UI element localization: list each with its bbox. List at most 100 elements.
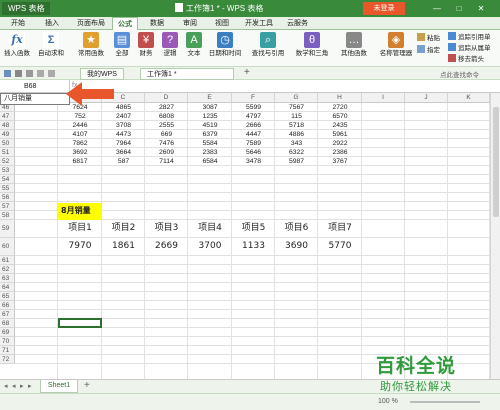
table-cell[interactable]: 2435	[318, 121, 362, 130]
table-header-cell[interactable]: 项目1	[58, 220, 102, 237]
table-cell[interactable]: 5646	[232, 148, 275, 157]
table-title-cell[interactable]: 8月销量	[58, 203, 102, 220]
table-cell[interactable]: 4473	[102, 130, 145, 139]
table-cell[interactable]: 2922	[318, 139, 362, 148]
menu-developer[interactable]: 开发工具	[240, 17, 278, 30]
column-header-g[interactable]: G	[275, 93, 318, 103]
logic-button[interactable]: ? 逻辑	[160, 32, 180, 58]
lookup-button[interactable]: ⌕ 查找与引用	[248, 32, 288, 58]
menu-page-layout[interactable]: 页面布局	[72, 17, 110, 30]
row-header[interactable]: 52	[0, 157, 15, 166]
other-functions-button[interactable]: … 其他函数	[336, 32, 372, 58]
row-header[interactable]: 53	[0, 166, 15, 175]
add-sheet-button[interactable]: +	[84, 380, 90, 391]
row-header[interactable]: 54	[0, 175, 15, 184]
sheet-tab-sheet1[interactable]: Sheet1	[40, 380, 78, 393]
table-value-cell[interactable]: 1861	[102, 238, 145, 255]
zoom-slider[interactable]	[410, 401, 480, 403]
row-header[interactable]: 72	[0, 355, 15, 364]
selected-cell[interactable]	[58, 318, 102, 328]
row-header[interactable]: 64	[0, 283, 15, 292]
table-cell[interactable]: 3708	[102, 121, 145, 130]
maximize-button[interactable]: □	[452, 2, 466, 15]
column-header-f[interactable]: F	[232, 93, 275, 103]
common-functions-button[interactable]: ★ 常用函数	[74, 32, 108, 58]
row-header[interactable]: 50	[0, 139, 15, 148]
table-cell[interactable]: 4519	[188, 121, 232, 130]
table-cell[interactable]: 115	[275, 112, 318, 121]
table-cell[interactable]: 669	[145, 130, 188, 139]
column-header-h[interactable]: H	[318, 93, 362, 103]
table-cell[interactable]: 2720	[318, 103, 362, 112]
name-box-dropdown-item[interactable]: 八月销量	[0, 93, 70, 105]
table-header-cell[interactable]: 项目7	[318, 220, 362, 237]
table-cell[interactable]: 3478	[232, 157, 275, 166]
table-header-cell[interactable]: 项目2	[102, 220, 145, 237]
minimize-button[interactable]: —	[430, 2, 444, 15]
table-cell[interactable]: 4886	[275, 130, 318, 139]
table-value-cell[interactable]: 1133	[232, 238, 275, 255]
table-cell[interactable]: 5961	[318, 130, 362, 139]
column-header-e[interactable]: E	[188, 93, 232, 103]
specify-button[interactable]: 指定	[417, 45, 440, 55]
trace-precedents-button[interactable]: 追踪引用单	[448, 32, 491, 42]
table-value-cell[interactable]: 7970	[58, 238, 102, 255]
table-cell[interactable]: 1235	[188, 112, 232, 121]
row-header[interactable]: 59	[0, 220, 15, 238]
command-search[interactable]: 点此查找命令	[440, 69, 479, 79]
table-cell[interactable]: 6322	[275, 148, 318, 157]
tab-workbook[interactable]: 工作簿1 *	[140, 68, 234, 80]
row-header[interactable]: 47	[0, 112, 15, 121]
row-header[interactable]: 58	[0, 211, 15, 220]
table-header-cell[interactable]: 项目3	[145, 220, 188, 237]
row-header[interactable]: 65	[0, 292, 15, 301]
table-cell[interactable]: 4797	[232, 112, 275, 121]
row-header[interactable]: 60	[0, 238, 15, 256]
table-cell[interactable]: 6817	[58, 157, 102, 166]
row-header[interactable]: 61	[0, 256, 15, 265]
row-header[interactable]: 55	[0, 184, 15, 193]
table-cell[interactable]: 7567	[275, 103, 318, 112]
row-header[interactable]: 48	[0, 121, 15, 130]
math-trig-button[interactable]: θ 数学和三角	[292, 32, 332, 58]
paste-button[interactable]: 粘贴	[417, 33, 440, 43]
table-cell[interactable]: 6379	[188, 130, 232, 139]
app-menu-button[interactable]: WPS 表格	[2, 2, 51, 15]
column-header-d[interactable]: D	[145, 93, 188, 103]
table-value-cell[interactable]: 3700	[188, 238, 232, 255]
row-header[interactable]: 67	[0, 310, 15, 319]
table-cell[interactable]: 2609	[145, 148, 188, 157]
table-cell[interactable]: 2407	[102, 112, 145, 121]
table-cell[interactable]: 2383	[188, 148, 232, 157]
table-cell[interactable]: 2386	[318, 148, 362, 157]
column-header-i[interactable]: I	[362, 93, 405, 103]
remove-arrows-button[interactable]: 移去箭头	[448, 54, 484, 64]
table-cell[interactable]: 6808	[145, 112, 188, 121]
table-cell[interactable]: 2555	[145, 121, 188, 130]
column-header-k[interactable]: K	[448, 93, 490, 103]
table-cell[interactable]: 2446	[58, 121, 102, 130]
table-header-cell[interactable]: 项目4	[188, 220, 232, 237]
print-icon[interactable]	[15, 70, 22, 77]
menu-review[interactable]: 审阅	[178, 17, 202, 30]
table-cell[interactable]: 343	[275, 139, 318, 148]
login-button[interactable]: 未登录	[363, 2, 405, 15]
name-manager-button[interactable]: ◈ 名称管理器	[378, 32, 414, 58]
table-cell[interactable]: 7589	[232, 139, 275, 148]
redo-icon[interactable]	[48, 70, 55, 77]
insert-function-button[interactable]: fx 插入函数	[4, 32, 30, 58]
row-header[interactable]: 69	[0, 328, 15, 337]
menu-insert[interactable]: 插入	[40, 17, 64, 30]
row-header[interactable]: 66	[0, 301, 15, 310]
table-cell[interactable]: 5718	[275, 121, 318, 130]
row-header[interactable]: 71	[0, 346, 15, 355]
menu-home[interactable]: 开始	[6, 17, 30, 30]
table-cell[interactable]: 7114	[145, 157, 188, 166]
table-cell[interactable]: 5584	[188, 139, 232, 148]
tab-my-wps[interactable]: 我的WPS	[80, 68, 124, 80]
table-cell[interactable]: 4447	[232, 130, 275, 139]
table-value-cell[interactable]: 5770	[318, 238, 362, 255]
table-cell[interactable]: 587	[102, 157, 145, 166]
row-header[interactable]: 51	[0, 148, 15, 157]
text-button[interactable]: A 文本	[184, 32, 204, 58]
